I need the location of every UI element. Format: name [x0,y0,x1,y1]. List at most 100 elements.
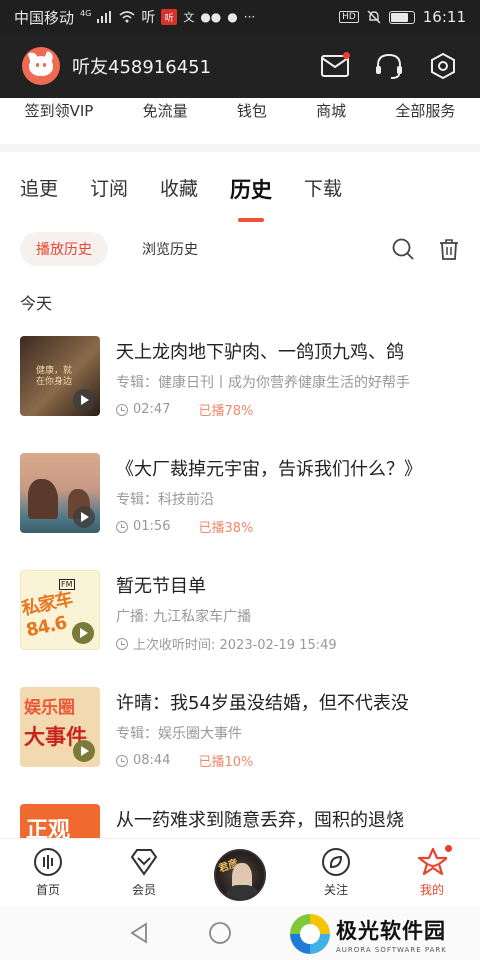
tab-bar: 追更 订阅 收藏 历史 下载 [0,152,480,222]
clock-icon [116,754,128,767]
active-tab-indicator [238,218,265,222]
network-type: 4G [80,8,92,18]
vip-icon [130,849,158,876]
nav-mine[interactable]: 我的 [384,839,480,906]
play-icon[interactable] [73,389,95,411]
back-icon[interactable] [128,922,150,944]
history-card: 追更 订阅 收藏 历史 下载 播放历史 浏览历史 今天 健康，就 在你身边 天上龙… [0,152,480,838]
tab-history-label: 历史 [230,178,273,202]
tab-downloads[interactable]: 下载 [304,174,342,214]
clock-icon [116,403,128,416]
cover-caption: 健康，就 在你身边 [36,366,73,387]
trash-icon[interactable] [438,238,460,260]
nav-vip-label: 会员 [131,883,156,897]
nav-follow[interactable]: 关注 [288,839,384,906]
duration: 08:44 [133,753,171,768]
album-name: 广播: 九江私家车广播 [116,609,252,625]
radio-cover: FM 私家车84.6 [20,570,100,650]
episode-title: 《大厂裁掉元宇宙，告诉我们什么？》 [116,459,422,480]
mute-icon [367,10,381,24]
settings-button[interactable] [428,51,458,81]
tab-subscriptions[interactable]: 订阅 [90,174,128,214]
list-item[interactable]: 健康，就 在你身边 天上龙肉地下驴肉、一鸽顶九鸡、鸽 专辑：健康日刊丨成为你营养健… [0,336,480,453]
signal-icon [97,11,112,23]
app-badge-icon: 听 [161,9,178,25]
message-icon: ● [227,10,238,24]
translate-icon: 文 [183,11,195,24]
service-free-data[interactable]: 免流量 [143,100,188,121]
mine-star-icon [417,847,447,876]
quick-services-row: 签到领VIP 免流量 钱包 商城 全部服务 [0,98,480,144]
follow-icon [322,848,350,876]
nav-vip[interactable]: 会员 [96,839,192,906]
play-icon[interactable] [73,740,95,762]
episode-title: 暂无节目单 [116,576,206,597]
app-header: 听友458916451 [0,34,480,98]
search-icon[interactable] [392,238,414,260]
watermark-en: AURORA SOFTWARE PARK [336,945,447,954]
avatar[interactable] [22,47,60,85]
tab-favorites[interactable]: 收藏 [160,174,198,214]
list-item[interactable]: 娱乐圈 大事件 许晴：我54岁虽没结婚，但不代表没 专辑：娱乐圈大事件 08:4… [0,687,480,804]
episode-cover: 健康，就 在你身边 [20,336,100,416]
unread-dot [343,52,350,59]
clock-icon [116,637,128,650]
list-item[interactable]: FM 私家车84.6 暂无节目单 广播: 九江私家车广播 上次收听时间: 202… [0,570,480,687]
watermark: 极光软件园 AURORA SOFTWARE PARK [290,910,480,958]
episode-title: 天上龙肉地下驴肉、一鸽顶九鸡、鸽 [116,342,404,363]
album-name: 专辑：科技前沿 [116,492,214,508]
browse-history-pill[interactable]: 浏览历史 [126,232,214,266]
username[interactable]: 听友458916451 [72,53,211,79]
play-history-pill[interactable]: 播放历史 [20,232,108,266]
mail-button[interactable] [320,51,350,81]
aurora-logo-icon [290,914,330,954]
nav-follow-label: 关注 [323,883,348,897]
played-progress: 已播78% [198,404,254,419]
episode-cover: 娱乐圈 大事件 [20,687,100,767]
duration: 02:47 [133,402,171,417]
home-icon [34,848,62,876]
album-name: 专辑：娱乐圈大事件 [116,726,242,742]
more-notifications-icon: ··· [243,10,256,24]
last-listened: 上次收听时间: 2023-02-19 15:49 [133,638,337,653]
now-playing-disc[interactable]: 君彦 [214,849,266,901]
episode-cover: 正观 [20,804,100,838]
service-mall[interactable]: 商城 [316,100,346,121]
service-checkin-vip[interactable]: 签到领VIP [25,100,94,121]
clock-icon [116,520,128,533]
carrier-label: 中国移动 [14,8,75,27]
nav-now-playing[interactable]: 君彦 [192,839,288,906]
nav-home[interactable]: 首页 [0,839,96,906]
status-bar: 中国移动 4G 听 听 文 ●● ● ··· HD 16:11 [0,0,480,34]
play-icon[interactable] [73,506,95,528]
service-wallet[interactable]: 钱包 [237,100,267,121]
wechat-icon: ●● [200,10,222,24]
album-name: 专辑：健康日刊丨成为你营养健康生活的好帮手 [116,375,410,391]
list-item[interactable]: 正观 从一药难求到随意丢弃，囤积的退烧 [0,804,480,838]
list-item[interactable]: 《大厂裁掉元宇宙，告诉我们什么？》 专辑：科技前沿 01:56 已播38% [0,453,480,570]
home-circle-icon[interactable] [208,921,232,945]
unread-dot [445,845,452,852]
cover-text: 正观 [26,818,71,838]
wifi-icon [119,11,135,23]
headset-icon [376,53,402,79]
play-icon[interactable] [72,622,94,644]
episode-cover [20,453,100,533]
clock-time: 16:11 [422,8,466,26]
watermark-cn: 极光软件园 [336,918,446,943]
settings-hexagon-icon [431,52,455,80]
date-section-label: 今天 [20,294,53,313]
nav-home-label: 首页 [35,883,60,897]
played-progress: 已播38% [198,521,254,536]
battery-icon [388,10,415,24]
bottom-nav: 首页 会员 君彦 关注 我的 [0,838,480,906]
tab-follow-updates[interactable]: 追更 [20,174,58,214]
customer-service-button[interactable] [374,51,404,81]
tab-history[interactable]: 历史 [230,174,273,222]
cover-text-1: 娱乐圈 [24,698,75,718]
played-progress: 已播10% [198,755,254,770]
nav-mine-label: 我的 [419,883,444,897]
app-notify-icon: 听 [141,10,156,26]
service-all[interactable]: 全部服务 [395,100,455,121]
hd-icon: HD [339,11,359,23]
